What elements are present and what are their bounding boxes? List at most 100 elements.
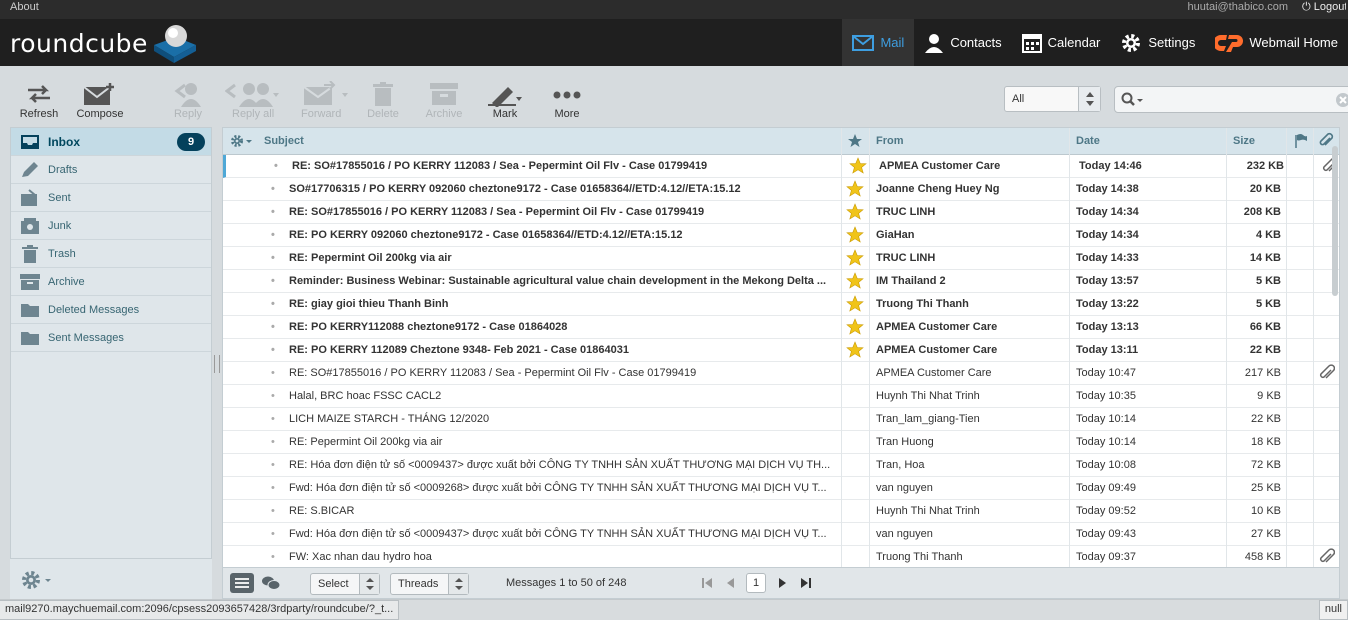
- reply-button[interactable]: Reply: [158, 80, 218, 120]
- more-icon: [537, 80, 597, 108]
- column-size[interactable]: Size: [1233, 128, 1255, 154]
- folder-trash[interactable]: Trash: [11, 240, 211, 268]
- next-page-icon[interactable]: [775, 576, 789, 593]
- message-row[interactable]: • RE: S.BICAR Huynh Thi Nhat Trinh Today 09…: [223, 500, 1339, 523]
- folder-inbox[interactable]: Inbox 9: [11, 128, 211, 156]
- message-row[interactable]: • RE: PO KERRY 092060 cheztone9172 - Case…: [223, 224, 1339, 247]
- cpanel-icon: [1215, 34, 1244, 52]
- delete-button[interactable]: Delete: [353, 80, 413, 120]
- last-page-icon[interactable]: [799, 576, 813, 593]
- first-page-icon[interactable]: [700, 576, 714, 593]
- message-subject: SO#17706315 / PO KERRY 092060 cheztone91…: [289, 183, 741, 195]
- folder-junk[interactable]: Junk: [11, 212, 211, 240]
- message-row[interactable]: • RE: PO KERRY 112089 Cheztone 9348- Feb …: [223, 339, 1339, 362]
- folder-drafts[interactable]: Drafts: [11, 156, 211, 184]
- select-menu[interactable]: Select: [310, 573, 380, 595]
- message-row[interactable]: • RE: giay gioi thieu Thanh Binh Truong Th…: [223, 293, 1339, 316]
- message-row[interactable]: • Fwd: Hóa đơn điện tử số <0009437> được …: [223, 523, 1339, 546]
- folder-settings-gear-icon[interactable]: [20, 569, 54, 594]
- prev-page-icon[interactable]: [724, 576, 738, 593]
- logo: roundcube: [10, 23, 198, 63]
- message-from: GiaHan: [876, 229, 915, 241]
- message-size: 5 KB: [1255, 298, 1281, 310]
- gear-icon: [1122, 33, 1141, 52]
- message-date: Today 10:35: [1076, 390, 1136, 402]
- column-flag-star-icon[interactable]: [847, 128, 863, 154]
- pane-splitter[interactable]: [214, 355, 220, 373]
- message-size: 232 KB: [1246, 160, 1284, 172]
- logout-button[interactable]: ⏻ Logout: [1302, 1, 1346, 14]
- archive-button[interactable]: Archive: [414, 80, 474, 120]
- column-flag-icon[interactable]: [1293, 128, 1309, 154]
- filter-select[interactable]: All: [1004, 86, 1101, 112]
- message-row[interactable]: • RE: Pepermint Oil 200kg via air TRUC LIN…: [223, 247, 1339, 270]
- message-subject: Reminder: Business Webinar: Sustainable …: [289, 275, 827, 287]
- message-row[interactable]: • RE: SO#17855016 / PO KERRY 112083 / Sea…: [223, 362, 1339, 385]
- folder-sent[interactable]: Sent: [11, 184, 211, 212]
- compose-label: Compose: [76, 108, 124, 120]
- compose-button[interactable]: Compose: [70, 80, 130, 120]
- mark-button[interactable]: Mark: [475, 80, 535, 120]
- message-list-scrollbar[interactable]: [1331, 142, 1339, 567]
- folder-sent-messages[interactable]: Sent Messages: [11, 324, 211, 352]
- message-row[interactable]: • SO#17706315 / PO KERRY 092060 cheztone9…: [223, 178, 1339, 201]
- nav-webmail-home[interactable]: Webmail Home: [1205, 19, 1348, 66]
- unread-dot-icon: •: [271, 482, 275, 494]
- folder-label: Archive: [48, 275, 85, 288]
- about-link[interactable]: About: [10, 1, 39, 13]
- folder-deleted-messages[interactable]: Deleted Messages: [11, 296, 211, 324]
- logout-label: Logout: [1313, 1, 1346, 13]
- list-options-gear-icon[interactable]: [229, 128, 255, 154]
- column-subject[interactable]: Subject: [264, 128, 304, 154]
- message-row[interactable]: • RE: SO#17855016 / PO KERRY 112083 / Sea…: [223, 155, 1339, 178]
- message-subject: RE: SO#17855016 / PO KERRY 112083 / Sea …: [289, 206, 705, 218]
- threads-menu[interactable]: Threads: [390, 573, 469, 595]
- search-input[interactable]: [1114, 86, 1348, 113]
- unread-dot-icon: •: [274, 160, 278, 172]
- message-subject: RE: Pepermint Oil 200kg via air: [289, 436, 443, 448]
- message-row[interactable]: • RE: SO#17855016 / PO KERRY 112083 / Sea…: [223, 201, 1339, 224]
- clear-search-icon[interactable]: [1335, 92, 1348, 111]
- column-divider: [1226, 128, 1227, 567]
- nav-settings[interactable]: Settings: [1110, 19, 1205, 66]
- folder-label: Inbox: [48, 134, 80, 149]
- message-row[interactable]: • Reminder: Business Webinar: Sustainable…: [223, 270, 1339, 293]
- unread-dot-icon: •: [271, 551, 275, 563]
- message-row[interactable]: • FW: Xac nhan dau hydro hoa Truong Thi Th…: [223, 546, 1339, 567]
- power-icon: ⏻: [1302, 1, 1314, 13]
- message-date: Today 10:14: [1076, 413, 1136, 425]
- nav-contacts[interactable]: Contacts: [914, 19, 1011, 66]
- nav-mail[interactable]: Mail: [842, 19, 915, 66]
- unread-dot-icon: •: [271, 275, 275, 287]
- unread-dot-icon: •: [271, 206, 275, 218]
- list-view-icon[interactable]: [229, 572, 255, 597]
- search-icon[interactable]: [1121, 92, 1145, 111]
- refresh-button[interactable]: Refresh: [9, 80, 69, 120]
- message-from: APMEA Customer Care: [879, 160, 1001, 172]
- message-date: Today 09:37: [1076, 551, 1136, 563]
- message-from: APMEA Customer Care: [876, 321, 998, 333]
- page-number-input[interactable]: 1: [746, 573, 766, 593]
- folder-archive[interactable]: Archive: [11, 268, 211, 296]
- scrollbar-thumb[interactable]: [1332, 146, 1338, 296]
- threads-view-icon[interactable]: [261, 574, 281, 595]
- message-row[interactable]: • Halal, BRC hoac FSSC CACL2 Huynh Thi Nha…: [223, 385, 1339, 408]
- nav-settings-label: Settings: [1148, 35, 1196, 50]
- message-row[interactable]: • RE: PO KERRY112088 cheztone9172 - Case …: [223, 316, 1339, 339]
- column-date[interactable]: Date: [1076, 128, 1100, 154]
- message-from: Truong Thi Thanh: [876, 298, 969, 310]
- message-count: Messages 1 to 50 of 248: [506, 577, 627, 589]
- nav-calendar[interactable]: Calendar: [1012, 19, 1111, 66]
- forward-button[interactable]: Forward: [294, 80, 354, 120]
- more-button[interactable]: More: [537, 80, 597, 120]
- column-divider: [841, 128, 842, 567]
- unread-dot-icon: •: [271, 183, 275, 195]
- message-row[interactable]: • RE: Hóa đơn điện tử số <0009437> được x…: [223, 454, 1339, 477]
- message-date: Today 13:57: [1076, 275, 1139, 287]
- message-subject: RE: SO#17855016 / PO KERRY 112083 / Sea …: [292, 160, 708, 172]
- message-row[interactable]: • LICH MAIZE STARCH - THÁNG 12/2020 Tran_l…: [223, 408, 1339, 431]
- message-row[interactable]: • Fwd: Hóa đơn điện tử số <0009268> được …: [223, 477, 1339, 500]
- column-from[interactable]: From: [876, 128, 904, 154]
- reply-all-button[interactable]: Reply all: [222, 80, 282, 120]
- message-row[interactable]: • RE: Pepermint Oil 200kg via air Tran Huo…: [223, 431, 1339, 454]
